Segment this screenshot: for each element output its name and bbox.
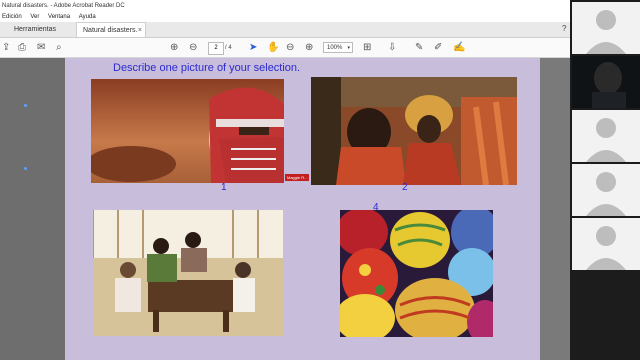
pointer-dot <box>24 104 27 107</box>
picture-3 <box>93 210 283 336</box>
fit-page-icon[interactable]: ⊞ <box>363 42 371 54</box>
search-icon[interactable]: ⌕ <box>56 42 62 54</box>
picture-3-image <box>93 210 283 336</box>
participant-video-tile[interactable] <box>572 56 640 108</box>
participant-name-tag: Maggie R... <box>285 174 310 181</box>
comment-icon[interactable]: ✎ <box>415 42 423 54</box>
select-cursor-icon[interactable]: ➤ <box>249 42 257 54</box>
zoom-in-icon[interactable]: ⊕ <box>305 42 313 54</box>
picture-1-number: 1 <box>221 182 227 193</box>
video-participants <box>570 0 640 360</box>
hand-tool-icon[interactable]: ✋ <box>267 42 279 54</box>
participant-tile[interactable] <box>572 218 640 270</box>
zoom-select[interactable]: 100% ▾ <box>323 42 353 53</box>
avatar-icon <box>586 10 626 54</box>
pointer-dot <box>24 167 27 170</box>
avatar-icon <box>586 172 626 216</box>
help-icon[interactable]: ? <box>562 24 566 33</box>
mail-icon[interactable]: ✉ <box>37 42 45 54</box>
participant-video <box>572 56 640 108</box>
picture-4 <box>340 210 493 337</box>
tab-bar: Herramientas Natural disasters. × <box>0 22 570 38</box>
sign-icon[interactable]: ✍ <box>453 42 465 54</box>
page-number-input[interactable]: 2 <box>208 42 224 55</box>
picture-1-image <box>91 79 284 183</box>
participant-tile[interactable] <box>572 2 640 54</box>
upload-icon[interactable]: ⇪ <box>2 42 10 54</box>
window-title: Natural disasters. - Adobe Acrobat Reade… <box>0 0 570 12</box>
tab-document[interactable]: Natural disasters. × <box>76 22 146 37</box>
print-icon[interactable]: ⎙ <box>18 42 26 54</box>
right-pane <box>540 58 570 360</box>
menu-ver[interactable]: Ver <box>30 14 39 20</box>
close-icon[interactable]: × <box>138 23 142 38</box>
tab-document-label: Natural disasters. <box>83 27 138 34</box>
participant-tile[interactable] <box>572 110 640 162</box>
picture-2 <box>311 77 517 185</box>
prev-page-icon[interactable]: ⊕ <box>170 42 178 54</box>
picture-2-number: 2 <box>402 182 408 193</box>
page-heading: Describe one picture of your selection. <box>113 62 301 74</box>
menu-ventana[interactable]: Ventana <box>48 14 70 20</box>
chevron-down-icon: ▾ <box>347 45 350 51</box>
picture-1 <box>91 79 284 183</box>
left-pane <box>0 58 65 360</box>
avatar-icon <box>586 226 626 270</box>
scroll-mode-icon[interactable]: ⇩ <box>388 42 396 54</box>
picture-2-image <box>311 77 517 185</box>
participant-tile[interactable] <box>572 164 640 216</box>
zoom-out-icon[interactable]: ⊖ <box>286 42 294 54</box>
tab-tools[interactable]: Herramientas <box>6 22 66 37</box>
pen-icon[interactable]: ✐ <box>434 42 442 54</box>
menu-bar: Edición Ver Ventana Ayuda <box>0 12 570 22</box>
pdf-page: Describe one picture of your selection. … <box>65 58 540 360</box>
menu-ayuda[interactable]: Ayuda <box>79 14 96 20</box>
menu-edicion[interactable]: Edición <box>2 14 22 20</box>
avatar-icon <box>586 118 626 162</box>
next-page-icon[interactable]: ⊖ <box>189 42 197 54</box>
tab-tools-label: Herramientas <box>14 26 57 33</box>
picture-4-image <box>340 210 493 337</box>
toolbar: ⇪ ⎙ ✉ ⌕ ⊕ ⊖ 2 / 4 ➤ ✋ ⊖ ⊕ 100% ▾ ⊞ ⇩ ✎ ✐ … <box>0 38 570 58</box>
zoom-value: 100% <box>327 45 343 51</box>
page-total: / 4 <box>225 45 232 51</box>
